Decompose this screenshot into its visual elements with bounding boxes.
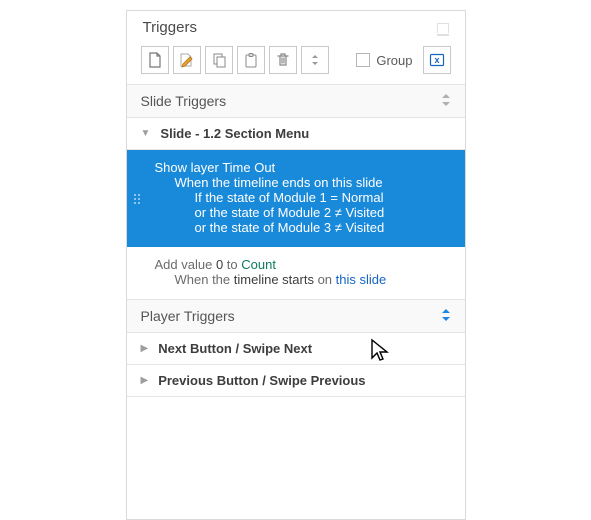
trigger-action: Add value 0 to Count [155, 257, 451, 272]
trigger-item-selected[interactable]: Show layer Time Out When the timeline en… [127, 150, 465, 247]
panel-title: Triggers [143, 19, 197, 36]
checkbox-icon [356, 53, 370, 67]
section-title: Player Triggers [141, 308, 235, 324]
svg-text:x: x [434, 55, 439, 65]
reorder-trigger-button[interactable] [301, 46, 329, 74]
slide-triggers-header[interactable]: Slide Triggers [127, 85, 465, 117]
panel-minimize-icon[interactable] [437, 23, 449, 33]
drag-handle-icon[interactable] [134, 194, 140, 204]
trigger-condition-2: or the state of Module 2 ≠ Visited [195, 205, 451, 220]
collapse-icon[interactable] [441, 94, 451, 108]
paste-trigger-button[interactable] [237, 46, 265, 74]
section-title: Slide Triggers [141, 93, 227, 109]
trigger-item[interactable]: Add value 0 to Count When the timeline s… [127, 247, 465, 299]
trigger-when: When the timeline starts on this slide [175, 272, 451, 287]
player-trigger-label: Previous Button / Swipe Previous [158, 373, 365, 388]
manage-variables-button[interactable]: x [423, 46, 451, 74]
toolbar: Group x [127, 42, 465, 84]
delete-trigger-button[interactable] [269, 46, 297, 74]
group-checkbox[interactable]: Group [356, 53, 412, 68]
player-trigger-next[interactable]: ▶ Next Button / Swipe Next [127, 332, 465, 364]
copy-trigger-button[interactable] [205, 46, 233, 74]
trigger-when: When the timeline ends on this slide [175, 175, 451, 190]
trigger-action: Show layer Time Out [155, 160, 451, 175]
group-label: Group [376, 53, 412, 68]
slide-row[interactable]: ▼ Slide - 1.2 Section Menu [127, 117, 465, 150]
cursor-icon [370, 338, 390, 364]
slide-label: Slide - 1.2 Section Menu [160, 126, 309, 141]
triggers-panel: Triggers Group x Slide Trig [126, 10, 466, 520]
collapse-icon[interactable] [441, 309, 451, 323]
trigger-condition-1: If the state of Module 1 = Normal [195, 190, 451, 205]
edit-trigger-button[interactable] [173, 46, 201, 74]
new-trigger-button[interactable] [141, 46, 169, 74]
chevron-down-icon: ▼ [141, 128, 151, 139]
panel-header: Triggers [127, 11, 465, 42]
chevron-right-icon: ▶ [141, 343, 149, 354]
chevron-right-icon: ▶ [141, 375, 149, 386]
player-triggers-header[interactable]: Player Triggers [127, 299, 465, 332]
player-trigger-prev[interactable]: ▶ Previous Button / Swipe Previous [127, 364, 465, 397]
trigger-condition-3: or the state of Module 3 ≠ Visited [195, 220, 451, 235]
player-trigger-label: Next Button / Swipe Next [158, 341, 312, 356]
